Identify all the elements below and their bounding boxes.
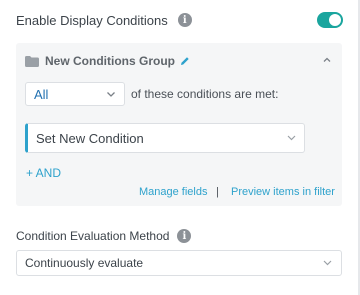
chevron-down-icon: [323, 260, 332, 266]
enable-display-conditions-toggle[interactable]: [317, 12, 343, 28]
chevron-down-icon: [287, 135, 296, 141]
evaluation-method-row: Condition Evaluation Method i: [16, 228, 192, 244]
manage-fields-link[interactable]: Manage fields: [139, 186, 208, 198]
evaluation-method-value: Continuously evaluate: [25, 256, 144, 270]
info-icon[interactable]: i: [177, 229, 192, 243]
toggle-knob: [329, 14, 341, 26]
preview-items-link[interactable]: Preview items in filter: [231, 186, 335, 198]
condition-match-text: of these conditions are met:: [131, 87, 279, 101]
conditions-group: New Conditions Group All of these condit…: [16, 43, 342, 206]
enable-display-conditions-row: Enable Display Conditions i: [16, 10, 346, 30]
evaluation-method-select[interactable]: Continuously evaluate: [16, 250, 342, 276]
info-icon[interactable]: i: [177, 13, 192, 27]
conditions-group-title: New Conditions Group: [45, 54, 175, 68]
set-new-condition-value: Set New Condition: [36, 130, 144, 146]
set-new-condition-select[interactable]: Set New Condition: [25, 123, 305, 153]
conditions-group-header: New Conditions Group: [25, 53, 334, 69]
folder-icon: [25, 55, 39, 67]
condition-match-select[interactable]: All: [25, 82, 125, 106]
evaluation-method-label: Condition Evaluation Method: [16, 229, 170, 243]
display-conditions-panel: Enable Display Conditions i New Conditio…: [0, 0, 360, 295]
chevron-up-icon[interactable]: [322, 55, 332, 65]
enable-display-conditions-label: Enable Display Conditions: [16, 12, 168, 28]
condition-match-value: All: [34, 86, 49, 102]
pencil-icon[interactable]: [180, 56, 190, 66]
links-separator: |: [216, 186, 219, 198]
chevron-down-icon: [107, 92, 115, 97]
group-footer-links: Manage fields | Preview items in filter: [16, 186, 342, 200]
add-and-button[interactable]: + AND: [26, 166, 61, 180]
